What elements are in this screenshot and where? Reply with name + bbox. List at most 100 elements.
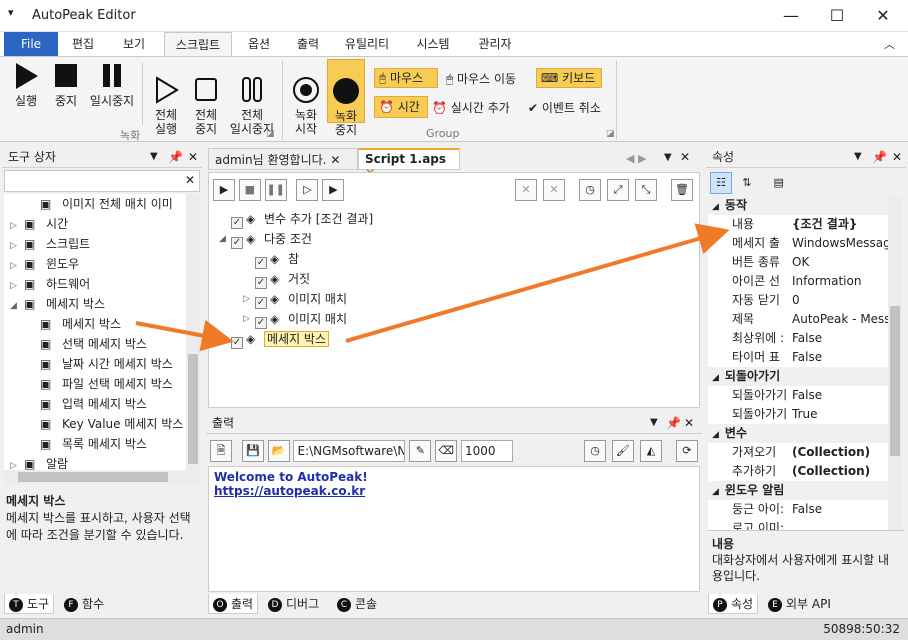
stop-all-button[interactable]: 전체 중지	[188, 61, 224, 150]
tab-welcome[interactable]: admin님 환영합니다. ✕	[208, 148, 358, 170]
ribbon-tab[interactable]: 출력	[286, 32, 330, 57]
pin-icon[interactable]: 📌	[872, 146, 887, 168]
scroll-thumb[interactable]	[188, 354, 198, 464]
toolbox-item[interactable]: ▣ Key Value 메세지 박스	[4, 414, 186, 434]
script-node[interactable]: ▷ ✓ ◈ 메세지 박스	[215, 329, 695, 349]
pause-button[interactable]: 일시중지	[86, 61, 138, 108]
property-row[interactable]: 되돌아가기 False	[708, 386, 888, 405]
group-launcher-icon[interactable]: ◪	[606, 129, 615, 139]
new-file-icon[interactable]: 🗎	[210, 440, 232, 462]
minimize-button[interactable]: —	[768, 0, 814, 32]
enabled-checkbox[interactable]: ✓	[255, 257, 267, 269]
toolbox-item[interactable]: ▣ 파일 선택 메세지 박스	[4, 374, 186, 394]
property-value[interactable]: AutoPeak - Messa	[792, 310, 888, 329]
collapse-ribbon-icon[interactable]: ︿	[884, 36, 895, 52]
toolbox-item[interactable]: ▣ 메세지 박스	[4, 314, 186, 334]
scroll-thumb[interactable]	[18, 472, 168, 482]
pin-icon[interactable]: 📌	[666, 412, 681, 434]
horizontal-scrollbar[interactable]	[4, 470, 200, 484]
ribbon-tab[interactable]: 스크립트	[164, 32, 232, 57]
clean-icon[interactable]: ✎	[409, 440, 432, 462]
panel-tab[interactable]: C 콘솔	[333, 594, 381, 614]
maximize-button[interactable]: ☐	[814, 0, 860, 32]
step-button[interactable]: ▷	[296, 179, 319, 201]
run-all-button[interactable]: 전체 실행	[148, 61, 184, 150]
panel-tab[interactable]: E 외부 API	[764, 594, 835, 614]
panel-tab[interactable]: F 함수	[60, 594, 108, 614]
property-row[interactable]: 둥근 아이: False	[708, 500, 888, 519]
fill-icon[interactable]: ◭	[640, 440, 662, 462]
expander-icon[interactable]: ▷	[219, 329, 226, 349]
scroll-thumb[interactable]	[890, 306, 900, 456]
expander-icon[interactable]: ◢	[219, 229, 226, 249]
close-tab-icon[interactable]: ✕	[330, 153, 340, 167]
system-menu-icon[interactable]: ▾	[8, 6, 14, 19]
property-row[interactable]: 가져오기 (Collection)	[708, 443, 888, 462]
clock-icon[interactable]: ◷	[584, 440, 606, 462]
expander-icon[interactable]: ▷	[10, 256, 24, 276]
panel-tab[interactable]: P 속성	[708, 594, 759, 614]
toolbox-item[interactable]: ▣ 날짜 시간 메세지 박스	[4, 354, 186, 374]
toolbox-item[interactable]: ▷ ▣ 알람	[4, 454, 186, 470]
ribbon-tab[interactable]: 시스템	[404, 32, 462, 57]
expand-icon[interactable]: ⤢	[607, 179, 629, 201]
property-value[interactable]: OK	[792, 253, 809, 272]
script-node[interactable]: ▷ ✓ ◈ 이미지 매치	[215, 309, 695, 329]
toolbox-item[interactable]: ▷ ▣ 스크립트	[4, 234, 186, 254]
property-value[interactable]: 0	[792, 291, 800, 310]
property-category[interactable]: ◢ 윈도우 알림	[708, 481, 888, 500]
ribbon-tab[interactable]: File	[4, 32, 58, 57]
save-icon[interactable]: 💾	[241, 440, 264, 462]
expander-icon[interactable]: ▷	[10, 236, 24, 256]
delete-button[interactable]: ✕	[515, 179, 537, 201]
expander-icon[interactable]: ▷	[243, 289, 250, 309]
close-panel-icon[interactable]: ✕	[684, 412, 694, 434]
property-value[interactable]: (Collection)	[792, 443, 870, 462]
vertical-scrollbar[interactable]	[888, 196, 902, 530]
property-row[interactable]: 메세지 출 WindowsMessage	[708, 234, 888, 253]
collapse-icon[interactable]: ◢	[712, 373, 719, 383]
stop-button[interactable]: 중지	[48, 61, 84, 108]
close-button[interactable]: ✕	[860, 0, 906, 32]
record-start-button[interactable]: 녹화 시작	[288, 61, 324, 150]
stop-button[interactable]: ■	[238, 179, 261, 201]
timer-button[interactable]: ◷	[579, 179, 601, 201]
expander-icon[interactable]: ▷	[10, 216, 24, 236]
expander-icon[interactable]: ◢	[10, 296, 24, 316]
output-text-area[interactable]: Welcome to AutoPeak! https://autopeak.co…	[208, 466, 700, 592]
enabled-checkbox[interactable]: ✓	[255, 317, 267, 329]
property-row[interactable]: 추가하기 (Collection)	[708, 462, 888, 481]
expander-icon[interactable]: ▷	[243, 309, 250, 329]
property-value[interactable]: (Collection)	[792, 462, 870, 481]
script-node[interactable]: ✓ ◈ 변수 추가 [조건 결과]	[215, 209, 695, 229]
step-over-button[interactable]: ▶	[322, 179, 345, 201]
vertical-scrollbar[interactable]	[186, 194, 200, 470]
property-row[interactable]: 되돌아가기 True	[708, 405, 888, 424]
panel-tab[interactable]: D 디버그	[264, 594, 323, 614]
property-category[interactable]: ◢ 되돌아가기	[708, 367, 888, 386]
script-node[interactable]: ✓ ◈ 거짓	[215, 269, 695, 289]
property-pages-icon[interactable]: ▤	[768, 172, 790, 194]
eraser-icon[interactable]: ⌫	[435, 440, 458, 462]
script-node[interactable]: ▷ ✓ ◈ 이미지 매치	[215, 289, 695, 309]
event-cancel-button[interactable]: ✔ 이벤트 취소	[528, 99, 601, 116]
property-value[interactable]: True	[792, 405, 818, 424]
dropdown-icon[interactable]: ▼	[150, 146, 158, 168]
ribbon-tab[interactable]: 편집	[62, 32, 104, 57]
enabled-checkbox[interactable]: ✓	[231, 337, 243, 349]
close-panel-icon[interactable]: ✕	[188, 146, 198, 168]
time-toggle[interactable]: ⏰ 시간	[374, 96, 428, 118]
property-value[interactable]: False	[792, 386, 822, 405]
property-row[interactable]: 아이콘 선 Information	[708, 272, 888, 291]
dropdown-icon[interactable]: ▼	[664, 152, 672, 163]
collapse-icon[interactable]: ◢	[712, 202, 719, 212]
property-row[interactable]: 타이머 표 False	[708, 348, 888, 367]
folder-icon[interactable]: 📂	[267, 440, 290, 462]
expander-icon[interactable]: ▷	[10, 276, 24, 296]
property-value[interactable]: WindowsMessage	[792, 234, 888, 253]
property-row[interactable]: 로고 이미:	[708, 519, 888, 530]
pin-icon[interactable]: 📌	[168, 146, 183, 168]
keyboard-toggle[interactable]: ⌨ 키보드	[536, 68, 602, 88]
panel-tab[interactable]: O 출력	[208, 594, 259, 614]
toolbox-item[interactable]: ▣ 이미지 전체 매치 이미	[4, 194, 186, 214]
